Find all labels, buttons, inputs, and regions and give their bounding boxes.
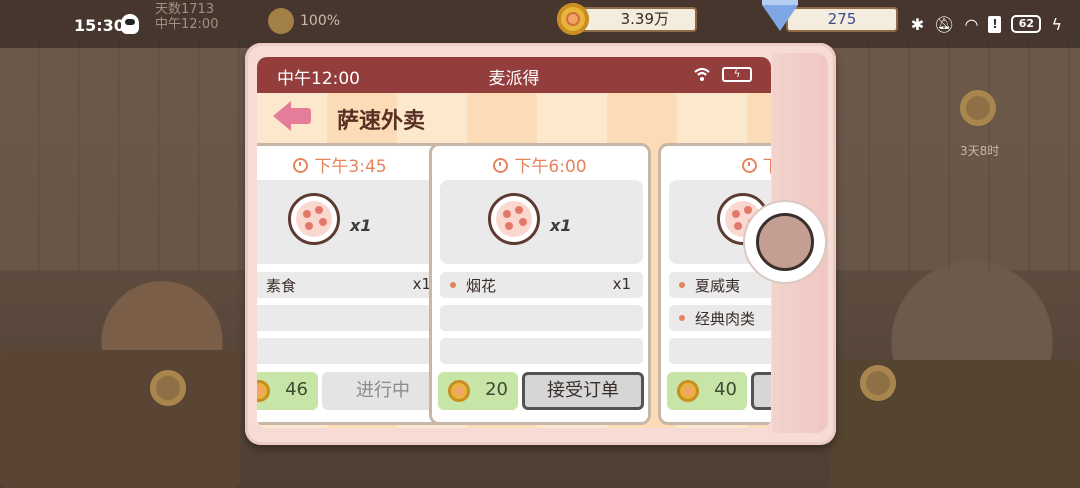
topping-row: 经典肉类 bbox=[669, 305, 771, 331]
alert-icon: ! bbox=[988, 15, 1002, 33]
reward-badge: 46 bbox=[257, 372, 318, 410]
phone-screen: 中午12:00 麦派得 ϟ 萨速外卖 下午3:45 x1 素食 x1 46 进行… bbox=[257, 57, 771, 428]
typewriter-desk bbox=[0, 350, 240, 488]
qq-icon bbox=[121, 14, 139, 34]
topping-name: 素食 bbox=[266, 277, 297, 295]
charging-battery-icon: ϟ bbox=[722, 67, 752, 82]
clock: 15:30 bbox=[74, 16, 125, 35]
topping-row-empty bbox=[257, 305, 443, 331]
topping-row-empty bbox=[257, 338, 443, 364]
order-quantity: x1 bbox=[350, 216, 372, 235]
topping-row-empty bbox=[669, 338, 771, 364]
clock-icon bbox=[493, 158, 509, 173]
order-quantity: x1 bbox=[550, 216, 572, 235]
pizza-preview: x1 bbox=[440, 180, 643, 264]
reward-badge: 40 bbox=[667, 372, 747, 410]
battery-icon: 62 bbox=[1011, 15, 1042, 33]
system-icons: ✱ 🔕︎ ◠ ! 62 ϟ bbox=[911, 12, 1062, 36]
order-time: 下午6:00 bbox=[514, 157, 587, 177]
reward-badge: 20 bbox=[438, 372, 518, 410]
mood-percent: 100% bbox=[300, 13, 341, 29]
wallpaper-left bbox=[0, 40, 250, 270]
charging-icon: ϟ bbox=[1051, 14, 1062, 34]
topping-name: 夏威夷 bbox=[695, 277, 741, 295]
accept-order-button[interactable] bbox=[751, 372, 771, 410]
bluetooth-icon: ✱ bbox=[910, 14, 925, 34]
accept-order-button[interactable]: 接受订单 bbox=[522, 372, 644, 410]
pizza-icon bbox=[488, 193, 540, 245]
coin-icon bbox=[677, 380, 699, 402]
day-counter: 天数1713 bbox=[155, 2, 215, 17]
topping-row-empty bbox=[440, 338, 643, 364]
topping-row: 素食 x1 bbox=[257, 272, 443, 298]
topping-row-empty bbox=[440, 305, 643, 331]
diamond-icon bbox=[762, 0, 798, 31]
pizza-icon bbox=[288, 193, 340, 245]
coin-amount: 3.39万 bbox=[579, 7, 697, 32]
wallpaper-right bbox=[830, 40, 1080, 270]
wifi-icon bbox=[694, 67, 710, 81]
topping-row: 烟花 x1 bbox=[440, 272, 643, 298]
topping-count: x1 bbox=[612, 275, 631, 293]
flower-decoration bbox=[860, 365, 896, 401]
mute-icon: 🔕︎ bbox=[934, 14, 955, 34]
topping-row: 夏威夷 bbox=[669, 272, 771, 298]
order-time: 下午3:45 bbox=[314, 157, 387, 177]
pizza-preview: x1 bbox=[257, 180, 443, 264]
phone-status-bar: 中午12:00 麦派得 ϟ bbox=[257, 57, 771, 93]
wifi-icon: ◠ bbox=[964, 14, 979, 34]
order-list[interactable]: 下午3:45 x1 素食 x1 46 进行中 下午6:00 x1 烟花 x1 2… bbox=[257, 143, 771, 428]
coin-counter[interactable]: 3.39万 bbox=[557, 3, 699, 35]
order-card[interactable]: 下午6:00 x1 烟花 x1 20 接受订单 bbox=[429, 143, 651, 425]
order-card[interactable]: 下午 夏威夷 经典肉类 40 bbox=[658, 143, 771, 425]
order-time: 下午 bbox=[763, 157, 772, 177]
day-time-hud: 天数1713 中午12:00 bbox=[155, 2, 218, 32]
hud-time: 中午12:00 bbox=[155, 17, 219, 32]
back-button[interactable] bbox=[273, 101, 313, 131]
gem-amount: 275 bbox=[786, 7, 898, 32]
reward-amount: 20 bbox=[485, 379, 508, 400]
coin-icon bbox=[257, 380, 270, 402]
gem-counter[interactable]: 275 bbox=[762, 0, 898, 35]
clock-icon bbox=[293, 158, 309, 173]
reward-amount: 46 bbox=[285, 379, 308, 400]
topping-name: 经典肉类 bbox=[695, 310, 756, 328]
system-status-bar: 15:30 天数1713 中午12:00 100% 3.39万 275 ✱ 🔕︎… bbox=[0, 0, 1080, 48]
coin-icon bbox=[448, 380, 470, 402]
flower-decoration bbox=[150, 370, 186, 406]
order-card[interactable]: 下午3:45 x1 素食 x1 46 进行中 bbox=[257, 143, 451, 425]
in-progress-button[interactable]: 进行中 bbox=[322, 372, 444, 410]
topping-name: 烟花 bbox=[466, 277, 497, 295]
clock-icon bbox=[741, 158, 757, 173]
mood-icon bbox=[268, 8, 294, 34]
coin-icon bbox=[557, 3, 589, 35]
bouquet-decoration bbox=[960, 90, 996, 126]
page-title: 萨速外卖 bbox=[337, 109, 426, 134]
timer-label: 3天8时 bbox=[960, 144, 1000, 158]
reward-amount: 40 bbox=[714, 379, 737, 400]
phone-home-button[interactable] bbox=[745, 202, 825, 282]
